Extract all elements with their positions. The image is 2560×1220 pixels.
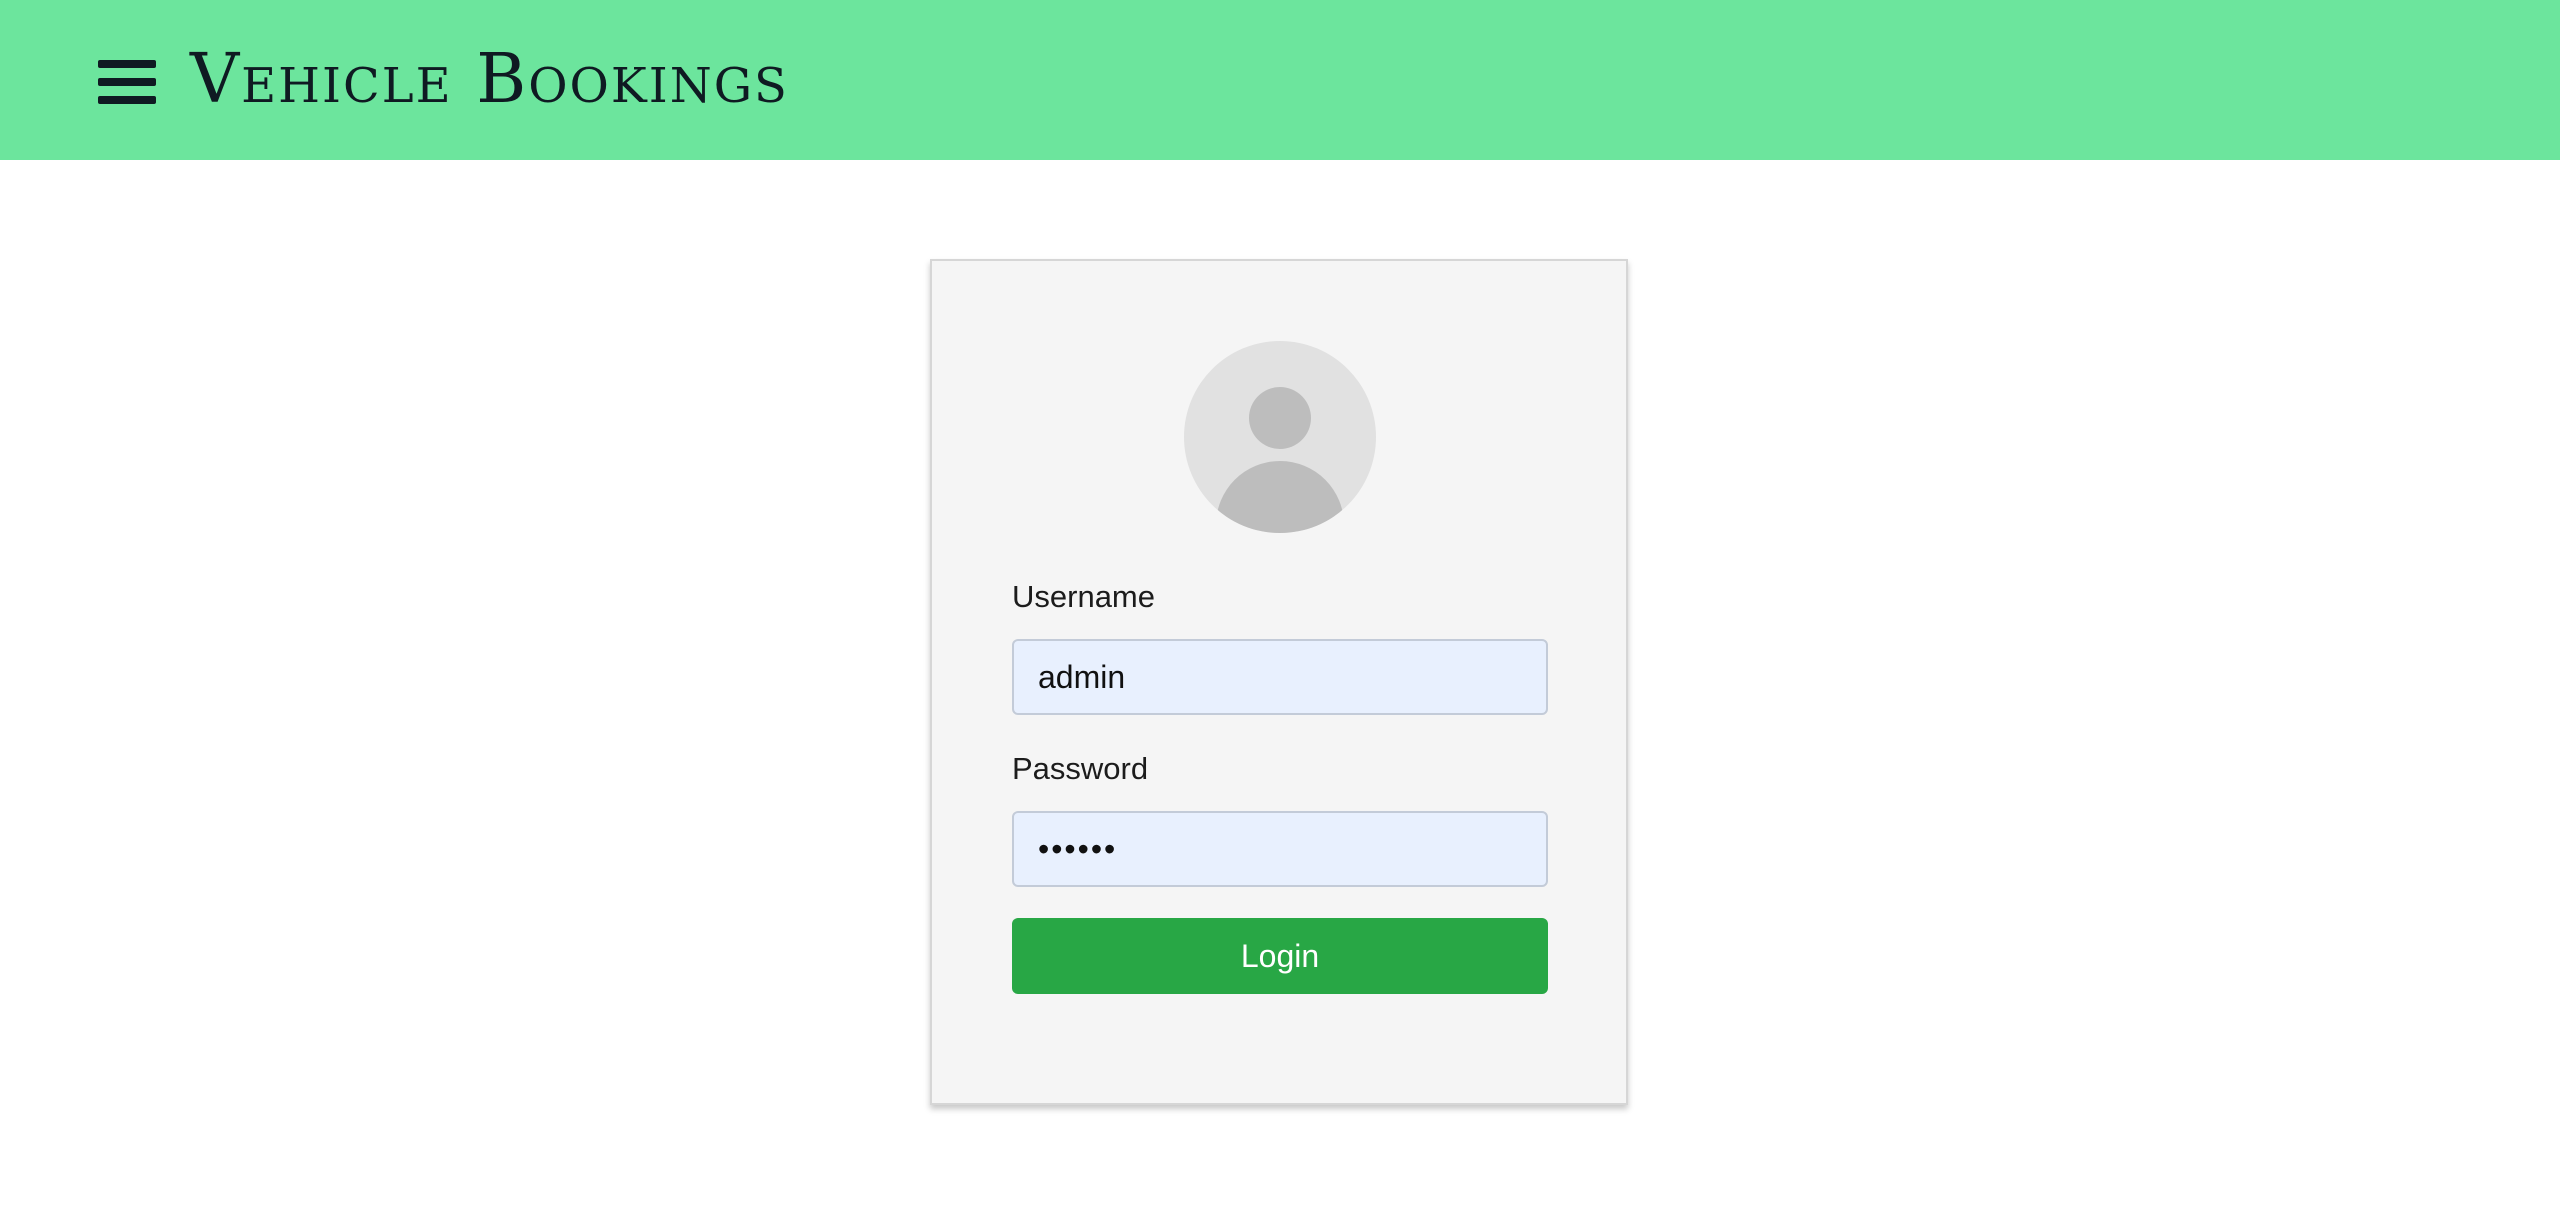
username-label: Username <box>1012 579 1155 614</box>
menu-bar-bottom <box>98 96 156 104</box>
menu-bar-middle <box>98 78 156 86</box>
login-button[interactable]: Login <box>1012 918 1548 994</box>
username-input[interactable] <box>1012 639 1548 715</box>
menu-bar-top <box>98 60 156 68</box>
app-title: Vehicle Bookings <box>190 40 789 119</box>
hamburger-menu-icon[interactable] <box>98 56 158 110</box>
login-card: Username Password Login <box>930 259 1628 1105</box>
avatar-body <box>1216 461 1344 533</box>
password-input[interactable] <box>1012 811 1548 887</box>
password-label: Password <box>1012 751 1149 786</box>
user-avatar-icon <box>1184 341 1376 533</box>
avatar-head <box>1249 387 1311 449</box>
app-header: Vehicle Bookings <box>0 0 2560 160</box>
